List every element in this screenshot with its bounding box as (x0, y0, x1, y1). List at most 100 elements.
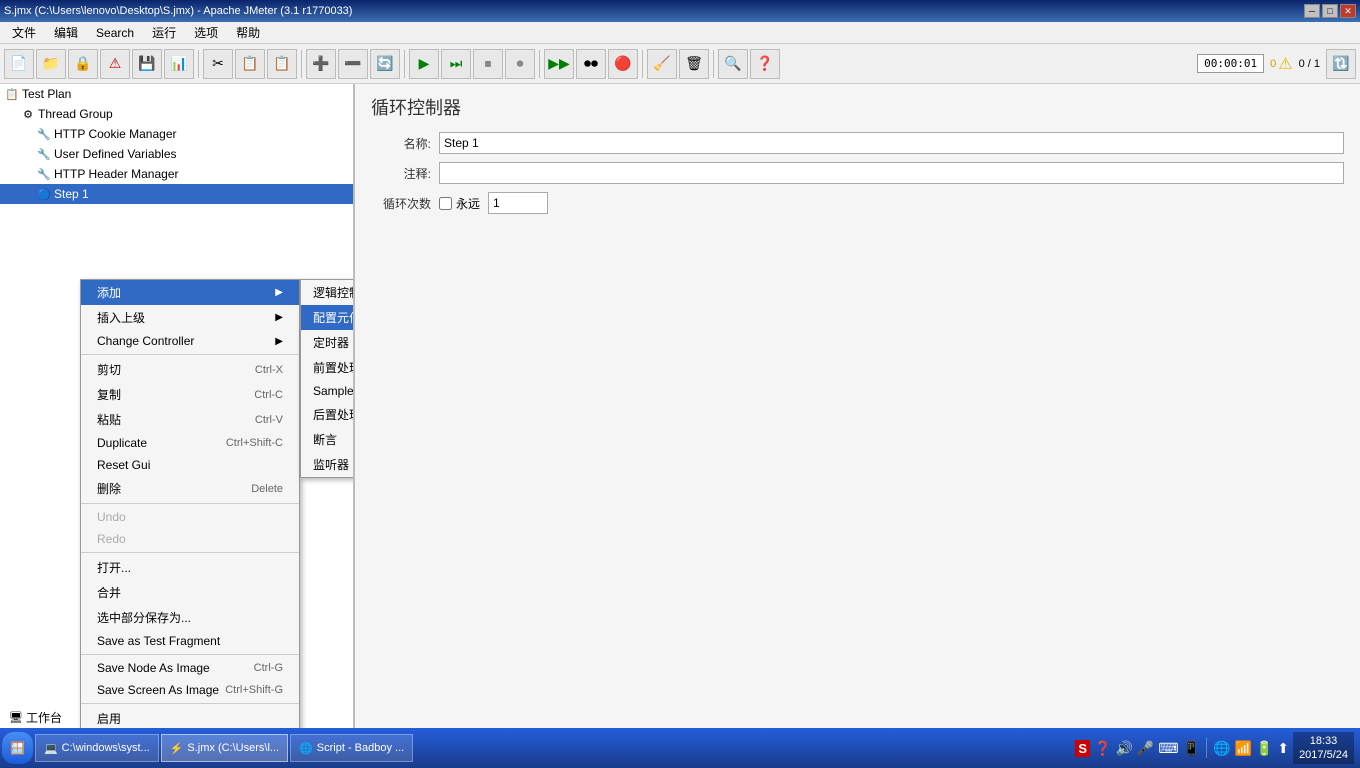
switch-mode-button[interactable]: 🔃 (1326, 49, 1356, 79)
clear-button[interactable]: 🧹 (647, 49, 677, 79)
ctx-insert-parent[interactable]: 插入上级 ▶ (81, 305, 299, 330)
menu-help[interactable]: 帮助 (228, 22, 268, 43)
ctx-open[interactable]: 打开... (81, 555, 299, 580)
copy-button[interactable]: 📋 (235, 49, 265, 79)
warning-badge: 0 ⚠ (1270, 54, 1292, 74)
tree-item-header-manager[interactable]: 🔧 HTTP Header Manager (0, 164, 353, 184)
ctx-insert-parent-arrow: ▶ (275, 312, 283, 323)
header-manager-icon: 🔧 (36, 166, 52, 182)
workbench-icon: 🖥 (8, 710, 24, 726)
ctx-change-controller-label: Change Controller (97, 334, 194, 348)
tray-icon-8: 🔋 (1256, 740, 1273, 757)
collapse-button[interactable]: ➖ (338, 49, 368, 79)
revert-button[interactable]: 📊 (164, 49, 194, 79)
menu-options[interactable]: 选项 (186, 22, 226, 43)
taskbar-item-jmeter[interactable]: ⚡ S.jmx (C:\Users\l... (161, 734, 288, 762)
toolbar-sep-6 (713, 50, 714, 78)
form-row-name: 名称: (371, 132, 1344, 154)
open-button[interactable]: 🔒 (68, 49, 98, 79)
taskbar-item-cmd[interactable]: 💻 C:\windows\syst... (35, 734, 159, 762)
clock-date: 2017/5/24 (1299, 748, 1348, 762)
taskbar-item-script[interactable]: 🌐 Script - Badboy ... (290, 734, 413, 762)
function-helper-button[interactable]: ❓ (750, 49, 780, 79)
ctx-paste[interactable]: 粘贴 Ctrl-V (81, 407, 299, 432)
tree-item-user-vars[interactable]: 🔧 User Defined Variables (0, 144, 353, 164)
submenu-assertion[interactable]: 断言 ▶ (301, 427, 355, 452)
user-vars-label: User Defined Variables (54, 147, 177, 161)
close-button[interactable]: ✕ (1340, 4, 1356, 18)
templates-button[interactable]: 📁 (36, 49, 66, 79)
ctx-merge[interactable]: 合并 (81, 580, 299, 605)
ctx-sep-5 (81, 703, 299, 704)
submenu-sampler[interactable]: Sampler ▶ (301, 380, 355, 402)
maximize-button[interactable]: □ (1322, 4, 1338, 18)
stop-button[interactable]: ⏹ (473, 49, 503, 79)
start-no-pause-button[interactable]: ⏭ (441, 49, 471, 79)
submenu-add: 逻辑控制器 ▶ 配置元件 ▶ 定时器 ▶ 前置处理器 ▶ Sampler ▶ 后… (300, 279, 355, 478)
saveas-button[interactable]: 💾 (132, 49, 162, 79)
loop-count-input[interactable] (488, 192, 548, 214)
warning-icon: ⚠ (1278, 54, 1292, 74)
tree-item-thread-group[interactable]: ⚙ Thread Group (0, 104, 353, 124)
remote-shutdown-button[interactable]: 🔴 (608, 49, 638, 79)
toolbar-sep-1 (198, 50, 199, 78)
ctx-add-label: 添加 (97, 284, 121, 301)
ctx-change-controller-arrow: ▶ (275, 336, 283, 347)
paste-button[interactable]: 📋 (267, 49, 297, 79)
remote-stop-button[interactable]: ⏺⏺ (576, 49, 606, 79)
toggle-button[interactable]: 🔄 (370, 49, 400, 79)
timer-display: 00:00:01 (1197, 54, 1264, 73)
toolbar-sep-5 (642, 50, 643, 78)
ctx-save-screen-image[interactable]: Save Screen As Image Ctrl+Shift-G (81, 679, 299, 701)
ctx-copy[interactable]: 复制 Ctrl-C (81, 382, 299, 407)
ctx-save-fragment[interactable]: Save as Test Fragment (81, 630, 299, 652)
ctx-insert-parent-label: 插入上级 (97, 309, 145, 326)
name-input[interactable] (439, 132, 1344, 154)
tree-item-step1[interactable]: 🔵 Step 1 (0, 184, 353, 204)
menu-run[interactable]: 运行 (144, 22, 184, 43)
new-button[interactable]: 📄 (4, 49, 34, 79)
comment-input[interactable] (439, 162, 1344, 184)
menu-edit[interactable]: 编辑 (46, 22, 86, 43)
submenu-post-processor[interactable]: 后置处理器 ▶ (301, 402, 355, 427)
save-button[interactable]: ⚠ (100, 49, 130, 79)
menu-search[interactable]: Search (88, 24, 142, 42)
clear-all-button[interactable]: 🗑 (679, 49, 709, 79)
submenu-pre-processor[interactable]: 前置处理器 ▶ (301, 355, 355, 380)
ctx-save-fragment-label: Save as Test Fragment (97, 634, 220, 648)
tree-item-cookie-manager[interactable]: 🔧 HTTP Cookie Manager (0, 124, 353, 144)
tree-item-test-plan[interactable]: 📋 Test Plan (0, 84, 353, 104)
ctx-enable-label: 启用 (97, 710, 121, 727)
ctx-add[interactable]: 添加 ▶ (81, 280, 299, 305)
start-icon: 🪟 (10, 741, 25, 755)
menu-bar: 文件 编辑 Search 运行 选项 帮助 (0, 22, 1360, 44)
submenu-config-element[interactable]: 配置元件 ▶ (301, 305, 355, 330)
ctx-save-partial[interactable]: 选中部分保存为... (81, 605, 299, 630)
search-button[interactable]: 🔍 (718, 49, 748, 79)
ctx-save-node-image-shortcut: Ctrl-G (254, 662, 283, 674)
ctx-sep-3 (81, 552, 299, 553)
remote-start-button[interactable]: ▶▶ (544, 49, 574, 79)
tray-help-icon: ❓ (1094, 740, 1111, 757)
ctx-save-node-image[interactable]: Save Node As Image Ctrl-G (81, 657, 299, 679)
ctx-sep-2 (81, 503, 299, 504)
forever-checkbox[interactable] (439, 197, 452, 210)
ctx-reset-gui[interactable]: Reset Gui (81, 454, 299, 476)
cut-button[interactable]: ✂ (203, 49, 233, 79)
tray-s-icon: S (1075, 740, 1090, 757)
ctx-change-controller[interactable]: Change Controller ▶ (81, 330, 299, 352)
ctx-delete[interactable]: 删除 Delete (81, 476, 299, 501)
minimize-button[interactable]: ─ (1304, 4, 1320, 18)
start-button-taskbar[interactable]: 🪟 (2, 732, 33, 764)
submenu-timer[interactable]: 定时器 ▶ (301, 330, 355, 355)
ctx-cut[interactable]: 剪切 Ctrl-X (81, 357, 299, 382)
shutdown-button[interactable]: ⏺ (505, 49, 535, 79)
submenu-listener[interactable]: 监听器 ▶ (301, 452, 355, 477)
submenu-logic-controller[interactable]: 逻辑控制器 ▶ (301, 280, 355, 305)
ctx-enable[interactable]: 启用 (81, 706, 299, 728)
ctx-duplicate[interactable]: Duplicate Ctrl+Shift-C (81, 432, 299, 454)
start-button[interactable]: ▶ (409, 49, 439, 79)
ctx-undo-label: Undo (97, 510, 126, 524)
menu-file[interactable]: 文件 (4, 22, 44, 43)
expand-button[interactable]: ➕ (306, 49, 336, 79)
